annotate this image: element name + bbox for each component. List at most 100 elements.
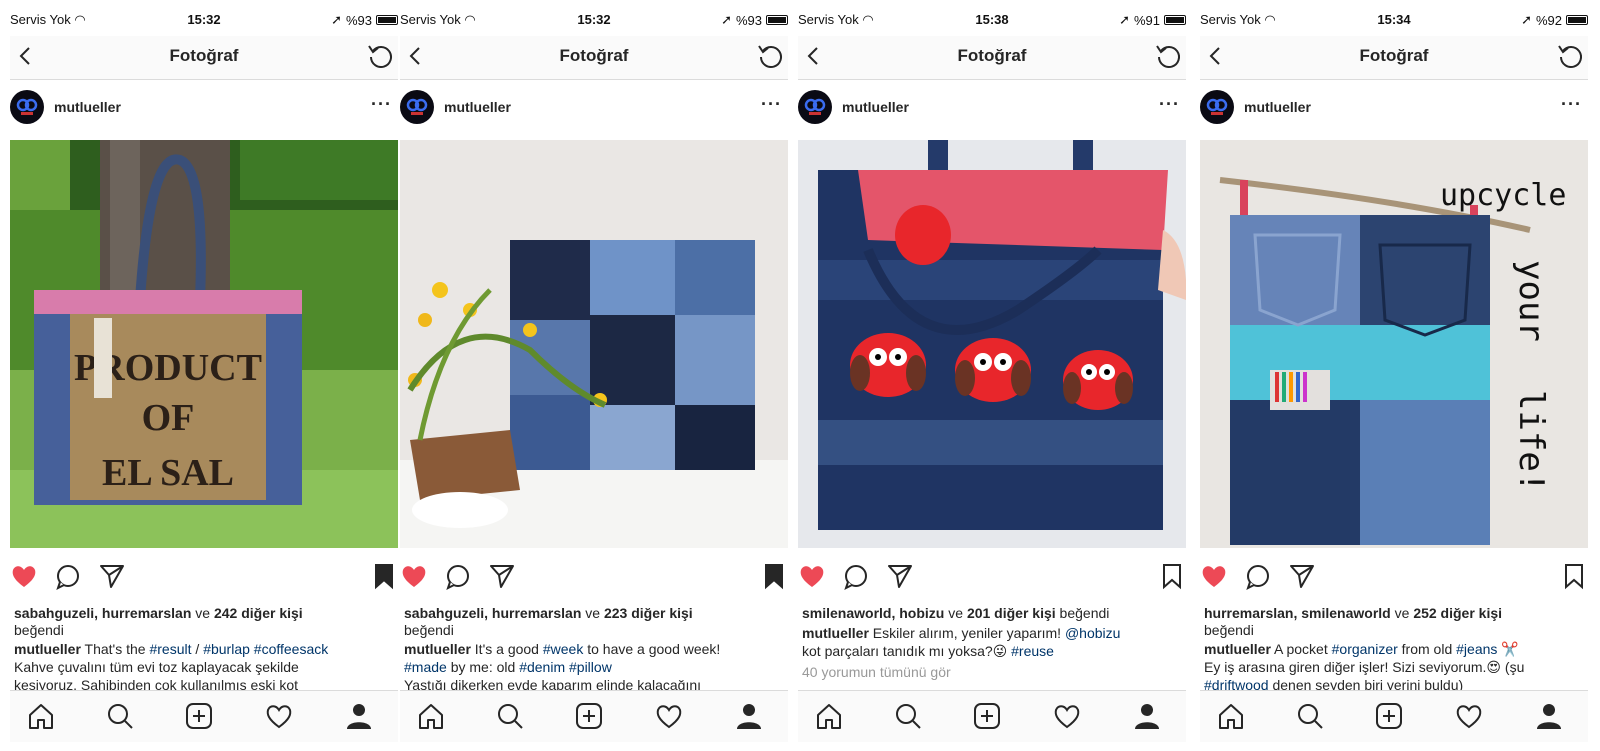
post-username[interactable]: mutlueller bbox=[54, 99, 121, 115]
page-title: Fotoğraf bbox=[169, 46, 239, 65]
heart-icon[interactable] bbox=[10, 562, 38, 590]
tab-bar bbox=[798, 690, 1186, 742]
hashtag-link[interactable]: #pillow bbox=[569, 659, 612, 675]
home-icon[interactable] bbox=[416, 701, 446, 731]
tab-bar bbox=[1200, 690, 1588, 742]
search-icon[interactable] bbox=[893, 701, 923, 731]
more-options-icon[interactable]: ··· bbox=[1159, 94, 1180, 115]
hashtag-link[interactable]: #result bbox=[149, 641, 191, 657]
battery-icon bbox=[1566, 15, 1588, 25]
heart-icon[interactable] bbox=[798, 562, 826, 590]
post-header: mutlueller ··· bbox=[1200, 88, 1588, 128]
page-title: Fotoğraf bbox=[559, 46, 629, 65]
refresh-icon[interactable] bbox=[1556, 42, 1584, 70]
hashtag-link[interactable]: #reuse bbox=[1011, 643, 1054, 659]
new-post-icon[interactable] bbox=[574, 701, 604, 731]
post-header: mutlueller ··· bbox=[400, 88, 788, 128]
nav-bar: Fotoğraf bbox=[1200, 36, 1588, 80]
tab-bar bbox=[400, 690, 788, 742]
hashtag-link[interactable]: #coffeesack bbox=[254, 641, 328, 657]
home-icon[interactable] bbox=[1216, 701, 1246, 731]
likes-line[interactable]: sabahguzeli, hurremarslan ve 223 diğer k… bbox=[404, 605, 784, 639]
post-header: mutlueller ··· bbox=[798, 88, 1186, 128]
more-options-icon[interactable]: ··· bbox=[371, 94, 392, 115]
post-username[interactable]: mutlueller bbox=[842, 99, 909, 115]
status-bar: Servis Yok ◠ 15:32 ➚ %93 bbox=[400, 10, 788, 30]
refresh-icon[interactable] bbox=[756, 42, 784, 70]
bookmark-icon[interactable] bbox=[370, 562, 398, 590]
view-comments-link[interactable]: 40 yorumun tümünü gör bbox=[802, 664, 951, 680]
location-icon: ➚ bbox=[331, 12, 342, 27]
comment-icon[interactable] bbox=[842, 562, 870, 590]
post-photo[interactable]: upcycle your life! bbox=[1200, 140, 1588, 548]
comment-icon[interactable] bbox=[54, 562, 82, 590]
search-icon[interactable] bbox=[495, 701, 525, 731]
avatar[interactable] bbox=[10, 90, 44, 124]
battery-percent: %91 bbox=[1133, 12, 1160, 28]
battery-percent: %92 bbox=[1535, 12, 1562, 28]
battery-icon bbox=[766, 15, 788, 25]
post-username[interactable]: mutlueller bbox=[444, 99, 511, 115]
post-username[interactable]: mutlueller bbox=[1244, 99, 1311, 115]
caption: mutlueller That's the #result / #burlap … bbox=[14, 641, 329, 657]
home-icon[interactable] bbox=[814, 701, 844, 731]
battery-percent: %93 bbox=[735, 12, 762, 28]
comment-icon[interactable] bbox=[1244, 562, 1272, 590]
hashtag-link[interactable]: #denim bbox=[519, 659, 565, 675]
search-icon[interactable] bbox=[105, 701, 135, 731]
action-bar bbox=[10, 562, 398, 592]
caption: mutlueller Eskiler alırım, yeniler yapar… bbox=[802, 625, 1121, 659]
hashtag-link[interactable]: #week bbox=[543, 641, 583, 657]
tab-bar bbox=[10, 690, 398, 742]
avatar[interactable] bbox=[400, 90, 434, 124]
profile-icon[interactable] bbox=[734, 701, 764, 731]
share-icon[interactable] bbox=[98, 562, 126, 590]
new-post-icon[interactable] bbox=[972, 701, 1002, 731]
post-photo[interactable] bbox=[400, 140, 788, 548]
share-icon[interactable] bbox=[886, 562, 914, 590]
more-options-icon[interactable]: ··· bbox=[761, 94, 782, 115]
activity-heart-icon[interactable] bbox=[1454, 701, 1484, 731]
activity-heart-icon[interactable] bbox=[1052, 701, 1082, 731]
likes-line[interactable]: hurremarslan, smilenaworld ve 252 diğer … bbox=[1204, 605, 1584, 639]
phone-screen-2: Servis Yok ◠ 15:32 ➚ %93 Fotoğraf mutluel… bbox=[400, 0, 788, 751]
likes-line[interactable]: smilenaworld, hobizu ve 201 diğer kişi b… bbox=[802, 605, 1182, 622]
heart-icon[interactable] bbox=[1200, 562, 1228, 590]
status-bar: Servis Yok ◠ 15:34 ➚ %92 bbox=[1200, 10, 1588, 30]
phone-screen-1: Servis Yok ◠ 15:32 ➚ %93 Fotoğraf mutluel… bbox=[10, 0, 398, 751]
post-photo[interactable] bbox=[798, 140, 1186, 548]
bookmark-icon[interactable] bbox=[760, 562, 788, 590]
hashtag-link[interactable]: #jeans bbox=[1456, 641, 1497, 657]
new-post-icon[interactable] bbox=[1374, 701, 1404, 731]
bookmark-icon[interactable] bbox=[1158, 562, 1186, 590]
share-icon[interactable] bbox=[488, 562, 516, 590]
comment-icon[interactable] bbox=[444, 562, 472, 590]
activity-heart-icon[interactable] bbox=[654, 701, 684, 731]
search-icon[interactable] bbox=[1295, 701, 1325, 731]
share-icon[interactable] bbox=[1288, 562, 1316, 590]
post-photo[interactable]: PRODUCT OF EL SAL bbox=[10, 140, 398, 548]
refresh-icon[interactable] bbox=[366, 42, 394, 70]
bookmark-icon[interactable] bbox=[1560, 562, 1588, 590]
home-icon[interactable] bbox=[26, 701, 56, 731]
profile-icon[interactable] bbox=[1132, 701, 1162, 731]
hashtag-link[interactable]: #organizer bbox=[1332, 641, 1398, 657]
new-post-icon[interactable] bbox=[184, 701, 214, 731]
hashtag-link[interactable]: #made bbox=[404, 659, 447, 675]
caption-line: Kahve çuvalını tüm evi toz kaplayacak şe… bbox=[14, 659, 299, 675]
likes-line[interactable]: sabahguzeli, hurremarslan ve 242 diğer k… bbox=[14, 605, 394, 639]
refresh-icon[interactable] bbox=[1154, 42, 1182, 70]
profile-icon[interactable] bbox=[344, 701, 374, 731]
more-options-icon[interactable]: ··· bbox=[1561, 94, 1582, 115]
svg-text:OF: OF bbox=[142, 397, 195, 439]
location-icon: ➚ bbox=[1119, 12, 1130, 27]
heart-icon[interactable] bbox=[400, 562, 428, 590]
activity-heart-icon[interactable] bbox=[264, 701, 294, 731]
profile-icon[interactable] bbox=[1534, 701, 1564, 731]
hashtag-link[interactable]: #burlap bbox=[203, 641, 250, 657]
avatar[interactable] bbox=[798, 90, 832, 124]
battery-percent: %93 bbox=[345, 12, 372, 28]
mention-link[interactable]: @hobizu bbox=[1065, 625, 1120, 641]
avatar[interactable] bbox=[1200, 90, 1234, 124]
location-icon: ➚ bbox=[721, 12, 732, 27]
